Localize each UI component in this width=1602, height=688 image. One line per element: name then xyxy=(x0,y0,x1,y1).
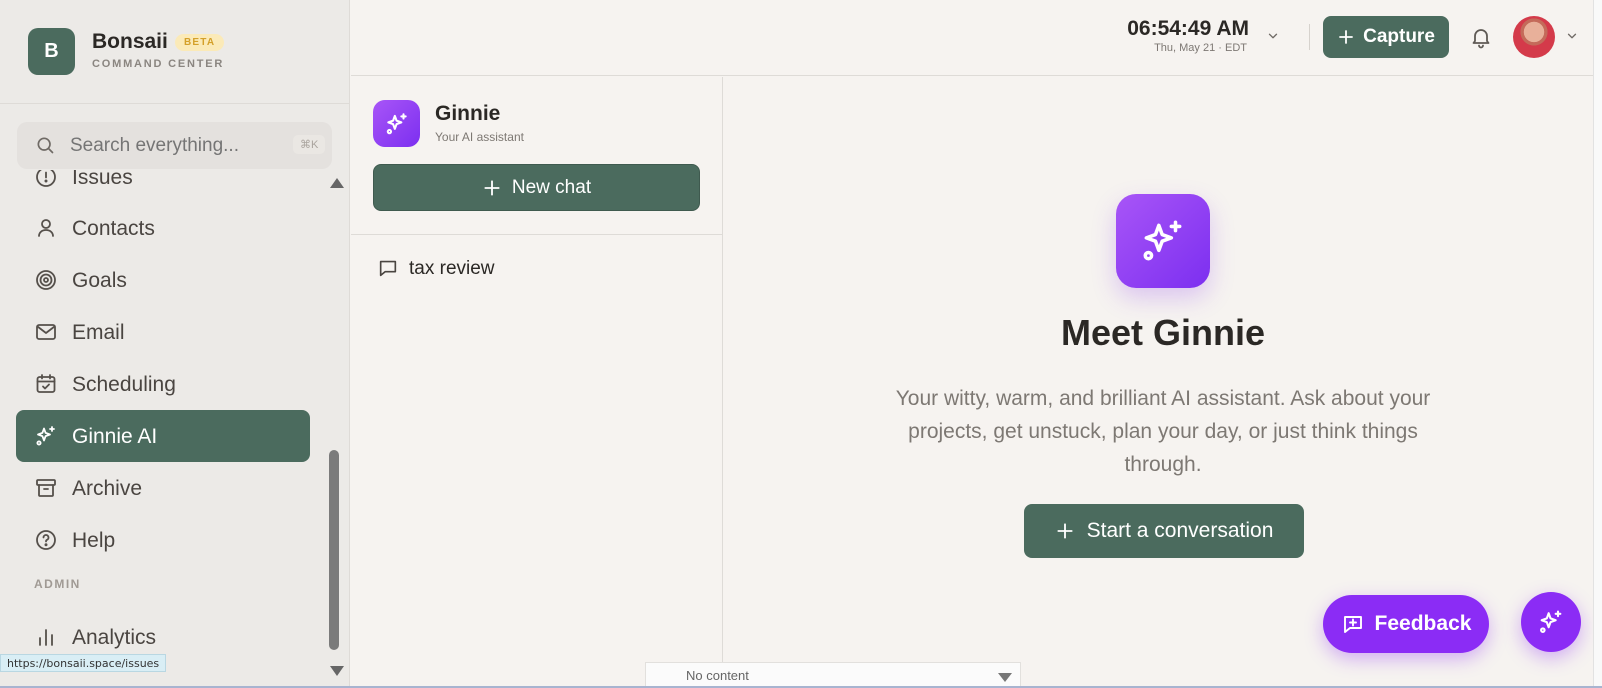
scroll-down-arrow[interactable] xyxy=(330,666,344,676)
sidebar-item-label: Help xyxy=(72,529,116,552)
capture-button[interactable]: Capture xyxy=(1323,16,1449,58)
alert-circle-icon xyxy=(36,170,56,187)
avatar[interactable] xyxy=(1513,16,1555,58)
clock-date: Thu, May 21 · EDT xyxy=(1154,42,1247,54)
user-icon xyxy=(38,219,54,237)
new-chat-button[interactable]: New chat xyxy=(373,164,700,211)
dropdown-arrow-icon[interactable] xyxy=(998,673,1012,682)
ginnie-hero-icon xyxy=(1116,194,1210,288)
chevron-down-icon[interactable] xyxy=(1565,29,1579,43)
new-chat-label: New chat xyxy=(511,176,592,198)
message-square-icon xyxy=(379,260,397,277)
bar-chart-icon xyxy=(39,629,53,646)
window-scrollbar[interactable] xyxy=(1593,0,1602,688)
brand-logo[interactable]: B xyxy=(28,28,75,75)
chat-list-item[interactable]: tax review xyxy=(373,253,703,283)
sidebar-nav: Issues Contacts Goals Email Scheduling G… xyxy=(0,170,326,660)
sidebar-item-analytics[interactable]: Analytics xyxy=(16,611,310,660)
top-bar: 06:54:49 AM Thu, May 21 · EDT Capture xyxy=(351,0,1602,76)
sidebar-item-goals[interactable]: Goals xyxy=(16,254,310,306)
hero-title: Meet Ginnie xyxy=(1060,312,1266,353)
chevron-down-icon[interactable] xyxy=(1266,29,1280,43)
panel-divider xyxy=(351,234,723,235)
sidebar-item-label: Contacts xyxy=(72,217,155,240)
brand-subtitle: COMMAND CENTER xyxy=(92,58,225,70)
sidebar-item-label: Email xyxy=(72,321,125,344)
admin-section-heading: ADMIN xyxy=(34,577,81,591)
feedback-button[interactable]: Feedback xyxy=(1323,595,1489,653)
chat-list-panel: Ginnie Your AI assistant New chat tax re… xyxy=(351,77,723,688)
plus-icon xyxy=(1339,30,1353,44)
search-shortcut-hint: ⌘K xyxy=(293,135,326,154)
scroll-thumb[interactable] xyxy=(329,450,339,650)
beta-badge: BETA xyxy=(175,34,225,51)
sidebar-item-scheduling[interactable]: Scheduling xyxy=(16,358,310,410)
sidebar-item-contacts[interactable]: Contacts xyxy=(16,202,310,254)
bell-icon[interactable] xyxy=(1469,24,1493,50)
clock-time: 06:54:49 AM xyxy=(1127,17,1249,40)
hero-description: Your witty, warm, and brilliant AI assis… xyxy=(895,387,1431,476)
assistant-name: Ginnie xyxy=(435,102,501,125)
message-plus-icon xyxy=(1343,616,1362,633)
topbar-divider xyxy=(1309,24,1310,50)
sidebar-item-archive[interactable]: Archive xyxy=(16,462,310,514)
calendar-check-icon xyxy=(36,374,56,393)
sidebar-item-label: Scheduling xyxy=(72,373,176,396)
plus-icon xyxy=(484,179,500,196)
sidebar-item-issues[interactable]: Issues xyxy=(16,170,310,203)
search-icon xyxy=(37,137,54,154)
ginnie-logo xyxy=(373,100,420,147)
sparkles-icon xyxy=(1540,610,1562,633)
sidebar-item-ginnie-ai[interactable]: Ginnie AI xyxy=(16,410,310,462)
target-icon xyxy=(36,270,56,290)
start-conversation-button[interactable]: Start a conversation xyxy=(1024,504,1304,558)
sidebar-item-label: Ginnie AI xyxy=(72,425,158,448)
chat-title: tax review xyxy=(409,258,495,279)
sparkles-icon xyxy=(1143,220,1182,261)
ginnie-fab[interactable] xyxy=(1521,592,1581,652)
scroll-up-arrow[interactable] xyxy=(330,178,344,188)
archive-icon xyxy=(36,479,56,497)
brand-header: B Bonsaii BETA COMMAND CENTER xyxy=(0,0,350,104)
status-bar-url: https://bonsaii.space/issues xyxy=(0,654,167,672)
plus-icon xyxy=(1057,523,1073,539)
sidebar: B Bonsaii BETA COMMAND CENTER ⌘K Issues … xyxy=(0,0,350,688)
sparkles-icon xyxy=(36,426,55,446)
capture-label: Capture xyxy=(1363,26,1435,47)
sidebar-scrollbar[interactable] xyxy=(326,178,344,676)
sidebar-item-label: Archive xyxy=(72,477,143,500)
sidebar-item-label: Analytics xyxy=(72,626,157,649)
autocomplete-empty-text: No content xyxy=(686,668,749,683)
sidebar-item-label: Goals xyxy=(72,269,127,292)
help-circle-icon xyxy=(36,530,56,550)
feedback-label: Feedback xyxy=(1374,612,1472,635)
sidebar-item-label: Issues xyxy=(72,170,133,189)
autocomplete-popup: No content xyxy=(645,662,1021,688)
start-conversation-label: Start a conversation xyxy=(1086,519,1274,542)
search-input[interactable] xyxy=(70,135,270,157)
sidebar-item-help[interactable]: Help xyxy=(16,514,310,566)
sidebar-item-email[interactable]: Email xyxy=(16,306,310,358)
brand-name: Bonsaii xyxy=(92,30,168,53)
mail-icon xyxy=(36,324,56,340)
search-box[interactable]: ⌘K xyxy=(17,122,332,169)
sparkles-icon xyxy=(386,112,407,134)
assistant-subtitle: Your AI assistant xyxy=(435,130,524,144)
